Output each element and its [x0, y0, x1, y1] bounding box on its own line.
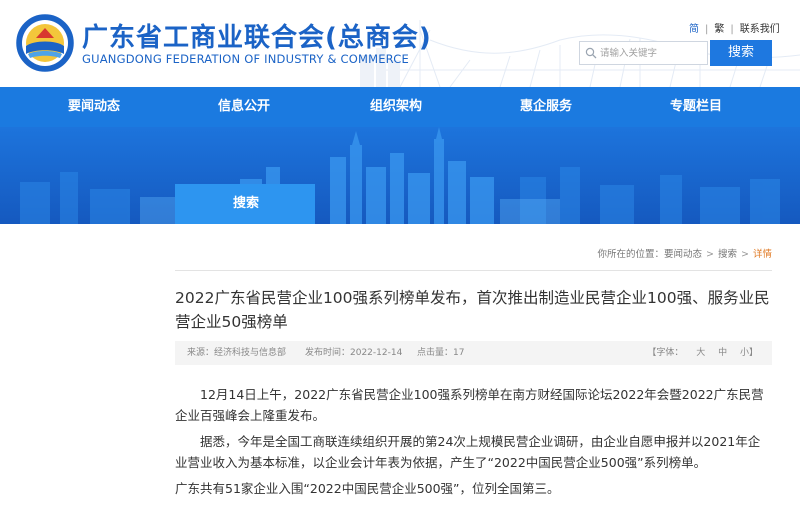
nav-item-special-topics[interactable]: 专题栏目 — [670, 87, 722, 127]
article-meta-bar: 来源：经济科技与信息部 发布时间：2022-12-14 点击量：17 【字体： … — [175, 341, 772, 365]
lang-separator: | — [730, 24, 734, 35]
search-icon — [585, 47, 597, 59]
font-size-large-button[interactable]: 大 — [696, 341, 705, 365]
search-button[interactable]: 搜索 — [710, 40, 772, 66]
article-paragraph: 广东共有51家企业入围“2022中国民营企业500强”，位列全国第三。 — [175, 481, 560, 496]
breadcrumb-divider — [175, 270, 772, 271]
breadcrumb-separator: > — [706, 249, 714, 260]
simplified-chinese-link[interactable]: 简 — [689, 20, 699, 35]
nav-item-organization[interactable]: 组织架构 — [370, 87, 422, 127]
lang-separator: | — [705, 24, 709, 35]
search-box — [579, 41, 708, 65]
search-input[interactable] — [600, 44, 704, 62]
nav-item-enterprise-services[interactable]: 惠企服务 — [520, 87, 572, 127]
main-nav: 要闻动态 信息公开 组织架构 惠企服务 专题栏目 — [0, 87, 800, 127]
article-paragraph: 据悉，今年是全国工商联连续组织开展的第24次上规模民营企业调研，由企业自愿申报并… — [175, 434, 761, 470]
font-size-medium-button[interactable]: 中 — [718, 341, 727, 365]
article-body: 12月14日上午，2022广东省民营企业100强系列榜单在南方财经国际论坛202… — [175, 384, 772, 504]
article-title: 2022广东省民营企业100强系列榜单发布，首次推出制造业民营企业100强、服务… — [175, 289, 770, 331]
contact-us-link[interactable]: 联系我们 — [740, 20, 780, 35]
site-header: 广东省工商业联合会(总商会) GUANGDONG FEDERATION OF I… — [0, 0, 800, 87]
breadcrumb-prefix: 你所在的位置： — [597, 249, 665, 260]
article-views: 点击量：17 — [417, 348, 465, 358]
font-size-label: 【字体： — [647, 348, 684, 358]
breadcrumb: 你所在的位置：要闻动态 > 搜索 > 详情 — [598, 246, 773, 260]
breadcrumb-item-news[interactable]: 要闻动态 — [664, 249, 702, 260]
article-paragraph: 12月14日上午，2022广东省民营企业100强系列榜单在南方财经国际论坛202… — [175, 387, 764, 423]
search-section-tab[interactable]: 搜索 — [175, 184, 315, 224]
city-skyline-banner — [0, 127, 800, 224]
nav-item-info-disclosure[interactable]: 信息公开 — [218, 87, 270, 127]
breadcrumb-separator: > — [741, 249, 749, 260]
federation-emblem — [16, 14, 74, 72]
nav-item-news[interactable]: 要闻动态 — [68, 87, 120, 127]
site-subtitle: GUANGDONG FEDERATION OF INDUSTRY & COMME… — [82, 52, 409, 66]
site-title: 广东省工商业联合会(总商会) — [82, 23, 432, 53]
font-size-small-button[interactable]: 小】 — [740, 341, 758, 365]
font-size-control: 【字体： 大 中 小】 — [647, 341, 758, 365]
language-bar: 简 | 繁 | 联系我们 — [689, 20, 780, 35]
traditional-chinese-link[interactable]: 繁 — [714, 20, 724, 35]
breadcrumb-item-search[interactable]: 搜索 — [718, 249, 737, 260]
city-skyline-illustration — [0, 127, 800, 224]
article-date: 发布时间：2022-12-14 — [305, 348, 403, 358]
breadcrumb-item-detail: 详情 — [752, 249, 772, 260]
article-source: 来源：经济科技与信息部 — [187, 348, 287, 358]
